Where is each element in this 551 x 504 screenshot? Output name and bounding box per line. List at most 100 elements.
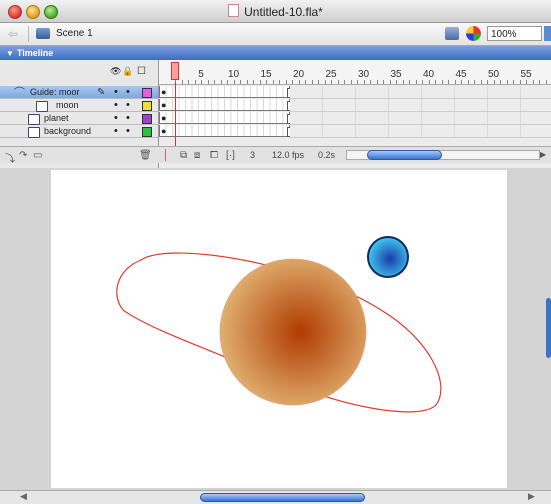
ruler-tick (253, 80, 254, 84)
scene-icon (36, 28, 50, 39)
ruler-tick (344, 80, 345, 84)
layer-row-guide[interactable]: ⌒ Guide: moor ✎ • • ● (0, 86, 551, 99)
visibility-dot[interactable]: • (114, 86, 118, 99)
keyframe[interactable]: ● (161, 99, 166, 111)
divider (28, 26, 29, 42)
ruler-tick (246, 80, 248, 84)
ruler-tick (532, 80, 534, 84)
timeline-scroll-thumb[interactable] (367, 150, 442, 160)
ruler-tick (474, 80, 475, 84)
ruler-label: 30 (357, 69, 370, 80)
back-arrow-icon[interactable]: ⇦ (8, 27, 18, 41)
modify-onion-markers-icon[interactable]: [·] (226, 150, 235, 161)
timeline-footer: ⤵ ↷ ▭ 🗑 │ ⧉ ⧈ ⧠ [·] 3 12.0 fps 0.2s ▶ (0, 146, 551, 165)
ruler-tick (448, 80, 449, 84)
ruler-tick (188, 80, 189, 84)
lock-all-icon[interactable]: 🔒 (122, 66, 133, 77)
lock-dot[interactable]: • (126, 112, 130, 125)
zoom-field[interactable]: 100% (487, 26, 542, 41)
ruler-tick (201, 80, 202, 84)
timeline-panel-header[interactable]: ▼ Timeline (0, 46, 551, 60)
lock-dot[interactable]: • (126, 125, 130, 138)
ruler-tick (207, 80, 209, 84)
layer-label: planet (44, 113, 69, 123)
keyframe[interactable]: ● (161, 86, 166, 98)
ruler-tick (266, 80, 267, 84)
delete-layer-icon[interactable]: 🗑 (139, 150, 152, 161)
stage-area (0, 168, 551, 490)
outline-color-swatch[interactable] (142, 88, 152, 98)
outline-color-swatch[interactable] (142, 101, 152, 111)
scroll-right-arrow-icon[interactable]: ▶ (540, 150, 546, 159)
window-title: Untitled-10.fla* (0, 4, 551, 19)
ruler-tick (435, 80, 436, 84)
frame-rate[interactable]: 12.0 fps (272, 150, 304, 160)
empty-frames[interactable] (290, 99, 551, 112)
layer-frames[interactable] (159, 112, 290, 124)
ruler-tick (240, 80, 241, 84)
visibility-dot[interactable]: • (114, 99, 118, 112)
layer-label: moon (56, 100, 79, 110)
window-title-text: Untitled-10.fla* (244, 5, 323, 19)
layer-frames[interactable] (159, 125, 290, 137)
layer-frames[interactable] (159, 86, 290, 98)
layer-name-cell[interactable]: moon • • (0, 99, 158, 112)
empty-frames[interactable] (290, 112, 551, 125)
moon[interactable] (367, 236, 409, 278)
visibility-dot[interactable]: • (114, 125, 118, 138)
frame-ruler[interactable]: 1510152025303540455055 (159, 60, 551, 85)
playhead[interactable] (171, 62, 179, 80)
layer-row-background[interactable]: background • • ● (0, 125, 551, 138)
planet[interactable] (219, 258, 367, 406)
ruler-tick (461, 80, 462, 84)
visibility-dot[interactable]: • (114, 112, 118, 125)
stage-horizontal-scrollbar[interactable]: ◀ ▶ (0, 490, 551, 504)
show-hide-all-icon[interactable]: 👁 (110, 66, 121, 77)
ruler-tick (441, 80, 443, 84)
ruler-label: 5 (198, 69, 204, 80)
stage[interactable] (51, 170, 507, 488)
document-icon (228, 4, 240, 17)
ruler-label: 15 (260, 69, 272, 80)
edit-symbols-icon[interactable] (466, 26, 481, 41)
collapse-triangle-icon[interactable]: ▼ (6, 49, 14, 58)
ruler-label: 25 (325, 69, 337, 80)
ruler-label: 40 (422, 69, 435, 80)
keyframe[interactable]: ● (161, 125, 166, 137)
stage-scroll-thumb[interactable] (200, 493, 365, 502)
layer-name-cell[interactable]: background • • (0, 125, 158, 138)
vertical-scroll-thumb[interactable] (546, 298, 551, 358)
layer-icon (28, 114, 40, 125)
elapsed-time: 0.2s (318, 150, 336, 160)
empty-frames[interactable] (290, 125, 551, 138)
layer-label: background (44, 126, 92, 136)
insert-layer-icon[interactable]: ⤵ (5, 150, 15, 165)
edit-multiple-frames-icon[interactable]: ⧠ (210, 150, 218, 161)
scene-label[interactable]: Scene 1 (56, 28, 93, 39)
insert-folder-icon[interactable]: ▭ (33, 150, 42, 161)
edit-scene-icon[interactable] (445, 27, 459, 40)
layer-row-moon[interactable]: moon • • ● (0, 99, 551, 112)
empty-frames[interactable] (290, 86, 551, 99)
ruler-tick (357, 80, 358, 84)
layer-name-cell[interactable]: ⌒ Guide: moor ✎ • • (0, 86, 158, 99)
ruler-tick (305, 80, 306, 84)
scroll-left-arrow-icon[interactable]: ◀ (20, 491, 27, 502)
layer-row-planet[interactable]: planet • • ● (0, 112, 551, 125)
outline-all-icon[interactable]: ☐ (137, 66, 146, 77)
ruler-tick (363, 80, 365, 84)
layer-name-cell[interactable]: planet • • (0, 112, 158, 125)
onion-skin-icon[interactable]: ⧉ (180, 150, 187, 161)
onion-skin-outlines-icon[interactable]: ⧈ (194, 150, 200, 161)
layer-label: Guide: moor (30, 87, 80, 97)
add-guide-layer-icon[interactable]: ↷ (19, 150, 27, 161)
scroll-right-arrow-icon[interactable]: ▶ (528, 491, 535, 502)
layer-frames[interactable] (159, 99, 290, 111)
keyframe[interactable]: ● (161, 112, 166, 124)
center-frame-icon[interactable]: │ (163, 150, 169, 161)
zoom-dropdown-button[interactable] (544, 26, 551, 41)
outline-color-swatch[interactable] (142, 114, 152, 124)
lock-dot[interactable]: • (126, 86, 130, 99)
lock-dot[interactable]: • (126, 99, 130, 112)
outline-color-swatch[interactable] (142, 127, 152, 137)
